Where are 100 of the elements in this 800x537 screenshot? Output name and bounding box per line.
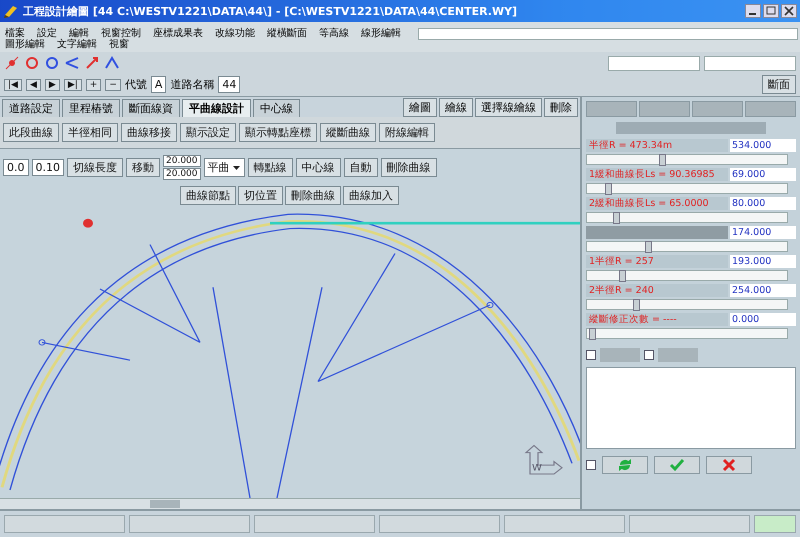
menu-item[interactable]: 座標成果表 bbox=[150, 28, 206, 39]
nav-button[interactable]: ▶| bbox=[64, 78, 82, 90]
maximize-icon[interactable] bbox=[763, 4, 779, 18]
edit-button[interactable]: 自動 bbox=[344, 158, 378, 177]
angle-icon[interactable] bbox=[64, 55, 80, 71]
tangent-length-button[interactable]: 切線長度 bbox=[67, 158, 123, 177]
minimize-icon[interactable] bbox=[745, 4, 761, 18]
menu-item[interactable]: 視窗控制 bbox=[98, 28, 144, 39]
node-button[interactable]: 刪除曲線 bbox=[285, 186, 341, 205]
curve-button[interactable]: 顯示轉點座標 bbox=[239, 123, 317, 142]
slider-thumb[interactable] bbox=[659, 154, 666, 166]
ok-button[interactable] bbox=[654, 456, 700, 474]
menu-item[interactable]: 文字編輯 bbox=[54, 39, 100, 50]
caret-icon bbox=[232, 164, 240, 172]
checkbox[interactable] bbox=[586, 350, 596, 360]
slider-thumb[interactable] bbox=[633, 299, 640, 311]
close-icon[interactable] bbox=[781, 4, 797, 18]
view-button[interactable]: 刪除 bbox=[544, 98, 578, 117]
view-button[interactable]: 繪線 bbox=[439, 98, 473, 117]
checkbox[interactable] bbox=[586, 460, 596, 470]
slider-thumb[interactable] bbox=[645, 241, 652, 253]
slider-track[interactable] bbox=[586, 270, 788, 281]
menu-item[interactable]: 等高線 bbox=[316, 28, 352, 39]
start-field[interactable]: 0.0 bbox=[3, 159, 28, 176]
value-field[interactable]: 534.000 bbox=[730, 139, 796, 152]
refresh-button[interactable] bbox=[602, 456, 648, 474]
input-field[interactable] bbox=[418, 28, 798, 40]
curve-button[interactable]: 曲線移接 bbox=[121, 123, 177, 142]
tab[interactable]: 道路設定 bbox=[2, 99, 60, 117]
tab[interactable]: 斷面線資 bbox=[122, 99, 180, 117]
menu-item[interactable]: 檔案 bbox=[2, 28, 28, 39]
value-field[interactable]: 174.000 bbox=[730, 226, 796, 239]
circle-icon[interactable] bbox=[44, 55, 60, 71]
curve-button[interactable]: 半徑相同 bbox=[62, 123, 118, 142]
view-button[interactable]: 繪圖 bbox=[403, 98, 437, 117]
value-field[interactable]: 254.000 bbox=[730, 284, 796, 297]
move-button[interactable]: 移動 bbox=[126, 158, 160, 177]
edit-button[interactable]: 轉點線 bbox=[248, 158, 292, 177]
tab[interactable]: 里程樁號 bbox=[62, 99, 120, 117]
edit-button[interactable]: 中心線 bbox=[296, 158, 340, 177]
window-title: 工程設計繪圖 [44 C:\WESTV1221\DATA\44\] - [C:\WESTV1221\DATA\44\CENTER.WY] bbox=[23, 4, 518, 18]
slider-track[interactable] bbox=[586, 154, 788, 165]
node-button[interactable]: 切位置 bbox=[238, 186, 283, 205]
tab[interactable]: 平曲線設計 bbox=[182, 99, 251, 117]
nav-button[interactable]: + bbox=[86, 78, 102, 90]
curve-button[interactable]: 此段曲線 bbox=[3, 123, 59, 142]
check-icon bbox=[669, 457, 685, 473]
edit-button[interactable]: 刪除曲線 bbox=[380, 158, 436, 177]
slider-track[interactable] bbox=[586, 328, 788, 339]
node-button[interactable]: 曲線節點 bbox=[180, 186, 236, 205]
text-area[interactable] bbox=[586, 367, 796, 449]
road-name-field[interactable]: 44 bbox=[218, 76, 240, 93]
slider-thumb[interactable] bbox=[605, 183, 612, 195]
angle-icon[interactable] bbox=[104, 55, 120, 71]
cancel-button[interactable] bbox=[706, 456, 752, 474]
slider-thumb[interactable] bbox=[619, 270, 626, 282]
value-field[interactable]: 20.000 bbox=[163, 168, 200, 180]
input-field[interactable] bbox=[608, 56, 700, 70]
nav-button[interactable]: |◀ bbox=[4, 78, 22, 90]
menu-item[interactable]: 設定 bbox=[34, 28, 60, 39]
circle-icon[interactable] bbox=[24, 55, 40, 71]
value-field[interactable]: 20.000 bbox=[163, 155, 200, 167]
value-field[interactable]: 193.000 bbox=[730, 255, 796, 268]
curve-button[interactable]: 顯示設定 bbox=[180, 123, 236, 142]
parameter-label: 半徑R = 473.34m bbox=[586, 139, 728, 152]
arrow-icon[interactable] bbox=[84, 55, 100, 71]
menu-item[interactable]: 改線功能 bbox=[212, 28, 258, 39]
menu-item[interactable]: 圖形編輯 bbox=[2, 39, 48, 50]
nav-button[interactable]: ◀ bbox=[26, 78, 41, 90]
section-button[interactable]: 斷面 bbox=[762, 75, 796, 94]
app-pen-icon bbox=[3, 3, 19, 19]
curve-button[interactable]: 附線編輯 bbox=[379, 123, 435, 142]
horizontal-scrollbar[interactable] bbox=[0, 498, 580, 509]
input-field[interactable] bbox=[704, 56, 796, 70]
value-field[interactable]: 80.000 bbox=[730, 197, 796, 210]
line-icon[interactable] bbox=[4, 55, 20, 71]
menu-item[interactable]: 視窗 bbox=[106, 39, 132, 50]
checkbox[interactable] bbox=[644, 350, 654, 360]
node-button[interactable]: 曲線加入 bbox=[343, 186, 399, 205]
mode-dropdown[interactable]: 平曲 bbox=[204, 158, 244, 177]
parameter-label: 2緩和曲線長Ls = 65.0000 bbox=[586, 197, 728, 210]
slider-track[interactable] bbox=[586, 212, 788, 223]
value-field[interactable]: 0.000 bbox=[730, 313, 796, 326]
slider-track[interactable] bbox=[586, 183, 788, 194]
code-field[interactable]: A bbox=[150, 76, 166, 93]
value-field[interactable]: 69.000 bbox=[730, 168, 796, 181]
tab[interactable]: 中心線 bbox=[253, 99, 300, 117]
slider-track[interactable] bbox=[586, 299, 788, 310]
slider-thumb[interactable] bbox=[589, 328, 596, 340]
nav-button[interactable]: ▶ bbox=[44, 78, 60, 90]
menu-item[interactable]: 線形編輯 bbox=[358, 28, 404, 39]
nav-button[interactable]: − bbox=[105, 78, 121, 90]
slider-track[interactable] bbox=[586, 241, 788, 252]
curve-button[interactable]: 縱斷曲線 bbox=[320, 123, 376, 142]
menu-item[interactable]: 編輯 bbox=[66, 28, 92, 39]
view-button[interactable]: 選擇線繪線 bbox=[475, 98, 542, 117]
menu-item[interactable]: 縱橫斷面 bbox=[264, 28, 310, 39]
compass-icon bbox=[524, 444, 563, 475]
step-field[interactable]: 0.10 bbox=[32, 159, 64, 176]
slider-thumb[interactable] bbox=[613, 212, 620, 224]
